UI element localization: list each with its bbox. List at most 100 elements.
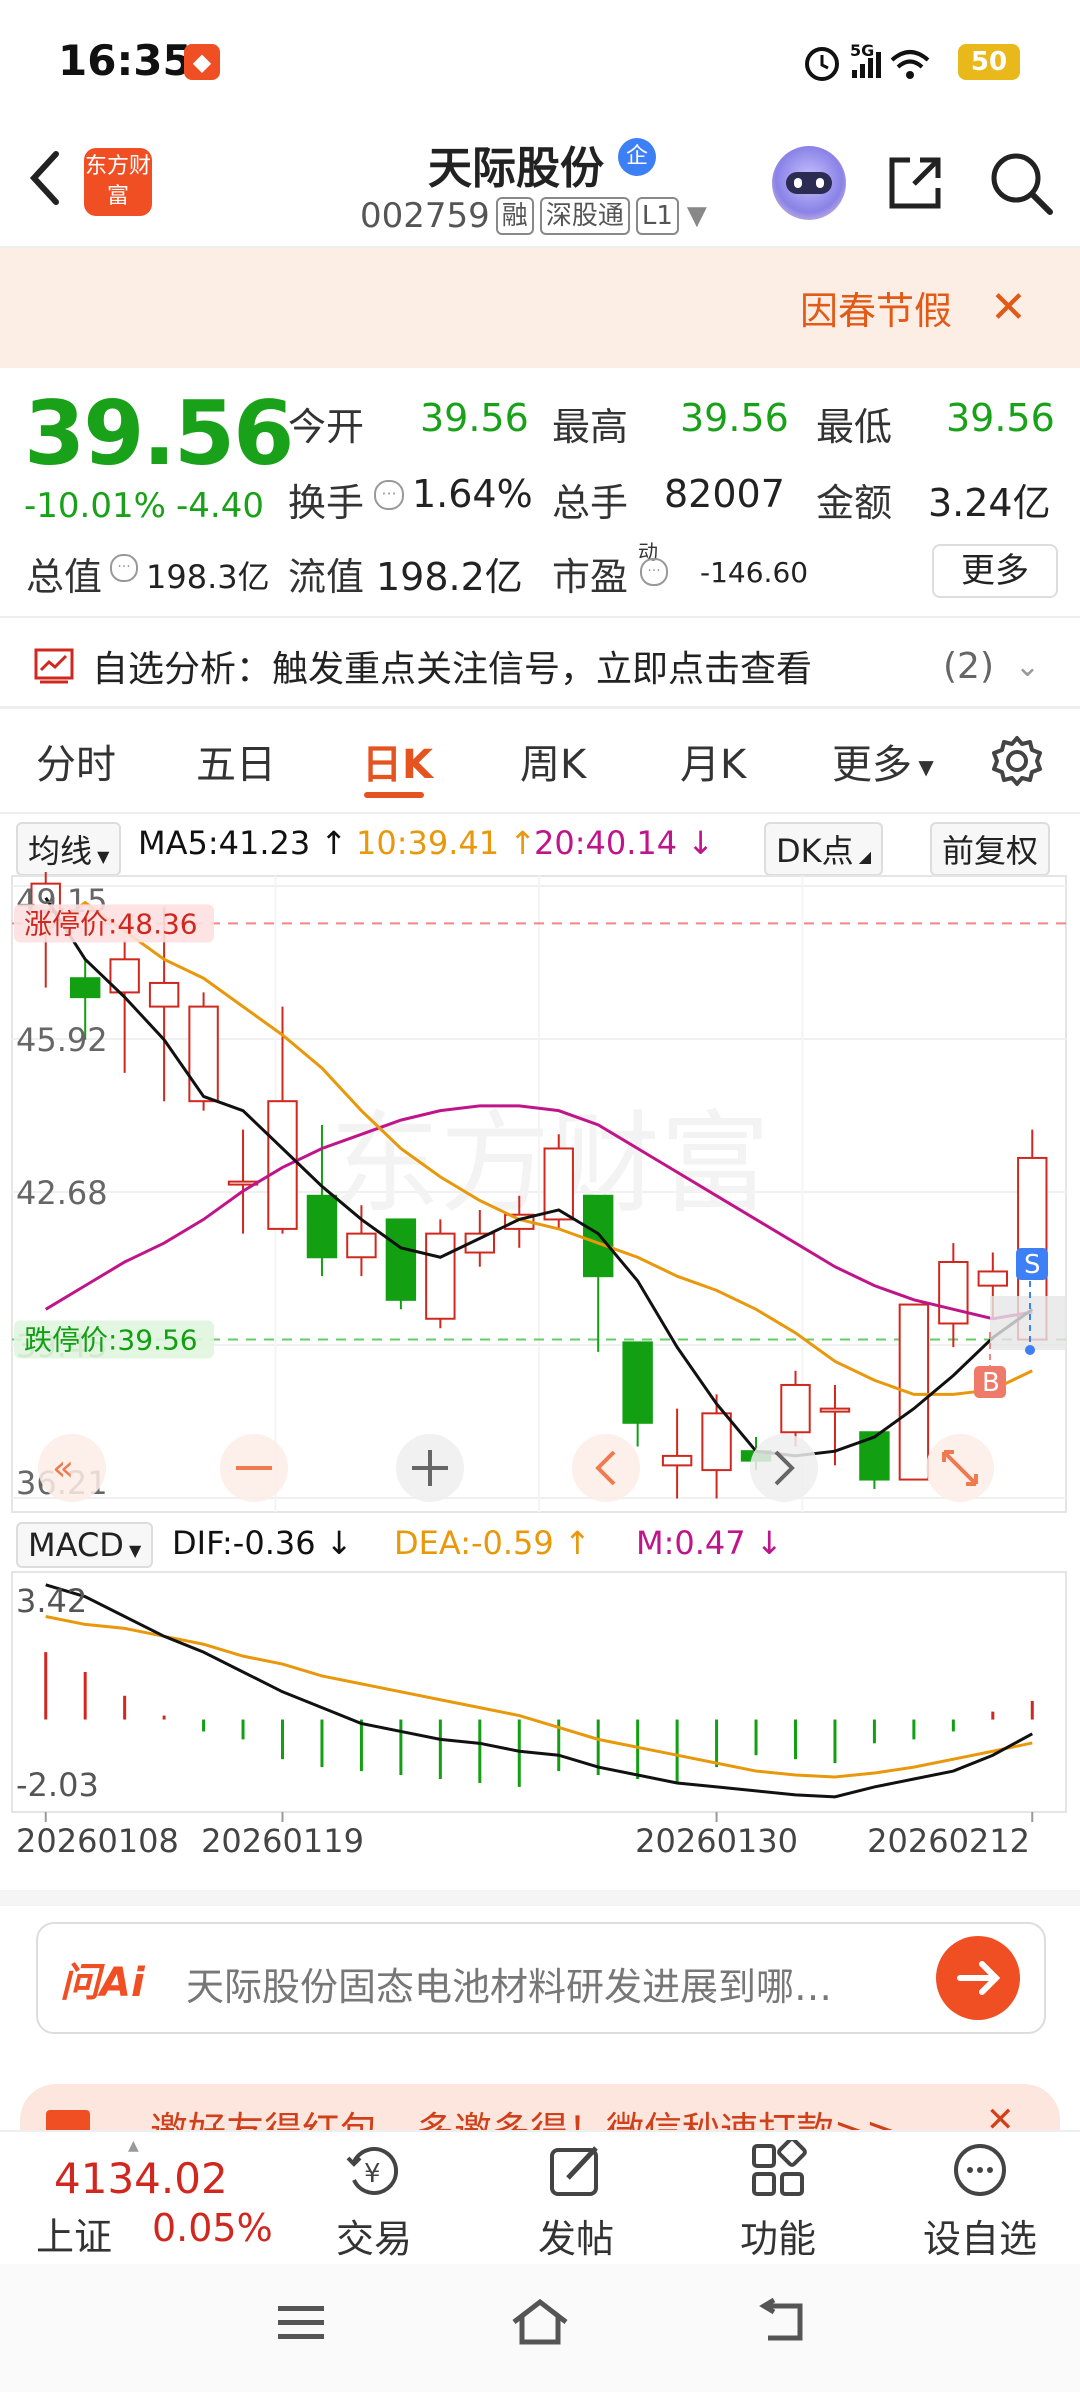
wifi-icon [890,50,930,62]
dk-point-button[interactable]: DK点 ◢ [764,822,884,876]
svg-text:«: « [52,1448,74,1489]
tab-five-day[interactable]: 五日 [196,732,276,790]
ai-input[interactable]: 天际股份固态电池材料研发进展到哪… [186,1956,832,2011]
tab-weekly-k[interactable]: 周K [520,732,586,790]
ai-logo: 问Ai [60,1960,145,2006]
pe-value: -146.60 [700,556,809,589]
ma20-label: 20:40.14 ↓ [534,824,715,862]
add-watchlist-label[interactable]: 设自选 [910,2208,1050,2263]
status-time: 16:35 [58,36,192,85]
float-label: 流值 [288,555,365,599]
zoom-out-button[interactable] [220,1434,288,1502]
zoom-in-button[interactable] [396,1434,464,1502]
status-icons: 5G [805,41,930,81]
amount-value: 3.24亿 [928,481,1051,525]
stock-code: 002759 [360,196,490,236]
open-value: 39.56 [420,396,529,440]
x-axis-date: 20260108 [16,1822,179,1860]
candle [69,977,101,999]
share-icon[interactable] [884,152,946,214]
tag-level: L1 [635,197,679,235]
change-amount: -4.40 [176,486,264,526]
tab-intraday[interactable]: 分时 [36,732,116,790]
trade-icon[interactable]: ¥ [344,2140,404,2200]
candle [819,1407,851,1413]
tab-more[interactable]: 更多 ▼ [832,732,934,790]
macd-chart[interactable]: 3.42 -2.03 20260108 20260119 20260130 202602… [0,1570,1080,1870]
tab-daily-k[interactable]: 日K [362,732,433,790]
indicator-selector[interactable]: MACD ▼ [16,1522,154,1568]
post-label[interactable]: 发帖 [506,2208,646,2263]
expand-icon[interactable] [926,1434,994,1502]
change-percent: -10.01% [24,486,166,526]
amount-label: 金额 [816,481,893,525]
chevron-down-icon[interactable]: ⌄ [1015,649,1040,684]
features-label[interactable]: 功能 [708,2208,848,2263]
low-value: 39.56 [946,396,1055,440]
high-value: 39.56 [680,396,789,440]
volume-value: 82007 [664,472,785,516]
trade-label[interactable]: 交易 [304,2208,444,2263]
search-icon[interactable] [988,150,1054,216]
open-label: 今开 [288,405,365,449]
turnover-label: 换手 [288,481,365,525]
gear-icon[interactable] [990,734,1044,788]
more-button[interactable]: 更多 [932,544,1058,598]
macd-y-tick: -2.03 [16,1766,99,1804]
index-name[interactable]: 上证 [36,2206,112,2261]
analysis-banner[interactable]: 自选分析：触发重点关注信号，立即点击查看 (2) ⌄ [34,640,1054,692]
info-icon[interactable]: ··· [640,558,668,586]
candle [938,1260,969,1325]
y-tick-label: 45.92 [16,1021,108,1059]
ai-assistant-avatar[interactable] [772,146,846,220]
x-axis-date: 20260212 [867,1822,1030,1860]
scroll-left-button[interactable]: « [38,1434,106,1502]
candle [977,1270,1009,1287]
index-change[interactable]: 0.05% [152,2206,273,2250]
ma5-label: MA5:41.23 ↑ [138,824,348,862]
candle [622,1341,653,1424]
dropdown-icon[interactable]: ▼ [687,201,707,231]
x-axis-date: 20260119 [201,1822,364,1860]
stock-code-row[interactable]: 002759 融 深股通 L1 ▼ [360,196,707,236]
candle [425,1232,456,1320]
tab-monthly-k[interactable]: 月K [680,732,746,790]
info-icon[interactable]: ··· [374,480,404,510]
network-label: 5G [850,41,874,60]
home-icon[interactable] [510,2296,570,2348]
dif-label: DIF:-0.36 ↓ [172,1524,353,1562]
tag-connect: 深股通 [539,197,630,235]
x-axis-date: 20260130 [635,1822,798,1860]
candle [701,1412,732,1472]
candle [148,981,180,1008]
candle [346,1232,377,1259]
arrow-right-icon [957,1961,1001,1995]
candle [267,1100,298,1230]
index-value[interactable]: 4134.02 [54,2154,228,2203]
low-label: 最低 [816,405,893,449]
mktcap-label: 总值 [26,555,103,599]
ma-selector[interactable]: 均线 ▼ [16,822,122,876]
post-icon[interactable] [546,2140,606,2200]
close-icon[interactable]: ✕ [990,282,1027,333]
adjust-button[interactable]: 前复权 [930,822,1051,876]
section-divider [0,706,1080,709]
step-right-button[interactable] [750,1434,818,1502]
enterprise-badge-icon: 企 [618,138,656,176]
add-watchlist-icon[interactable] [950,2140,1010,2200]
ma10-label: 10:39.41 ↑ [356,824,537,862]
menu-icon[interactable] [276,2300,326,2344]
kline-chart[interactable]: 东方财富 49.1545.9242.6839.4536.21 涨停价:48.36… [0,872,1080,1522]
battery-icon: 50 [958,44,1020,80]
info-icon[interactable]: ··· [110,554,138,582]
analysis-text: 自选分析：触发重点关注信号，立即点击查看 [92,649,813,690]
candle [188,1005,219,1103]
candle [661,1454,693,1467]
macd-y-tick: 3.42 [16,1582,87,1620]
m-label: M:0.47 ↓ [636,1524,783,1562]
back-nav-icon[interactable] [756,2298,808,2346]
ai-submit-button[interactable] [936,1936,1020,2020]
step-left-button[interactable] [572,1434,640,1502]
features-icon[interactable] [748,2140,808,2200]
app-notification-icon: ◆ [184,44,220,80]
